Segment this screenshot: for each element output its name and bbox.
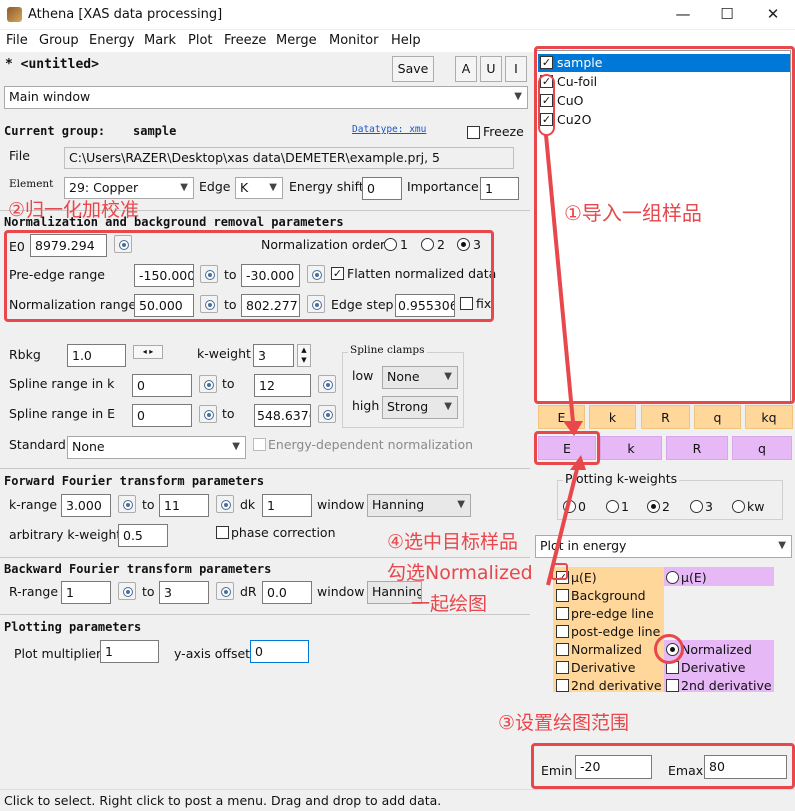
annotation-arrows [544, 134, 586, 586]
annotation-note-2: ②归一化加校准 [8, 199, 140, 221]
arrow-line-1 [544, 134, 575, 423]
annotation-note-4c: 一起绘图 [411, 593, 488, 615]
annotation-note-4a: ④选中目标样品 [387, 531, 519, 553]
arrow-line-4 [546, 464, 580, 586]
annotation-note-4b: 勾选Normalized [387, 562, 533, 584]
annotation-note-1: ①导入一组样品 [564, 201, 702, 225]
arrow-head-1 [563, 421, 583, 436]
arrow-head-4 [570, 455, 586, 470]
annotation-note-3: ③设置绘图范围 [498, 712, 630, 734]
